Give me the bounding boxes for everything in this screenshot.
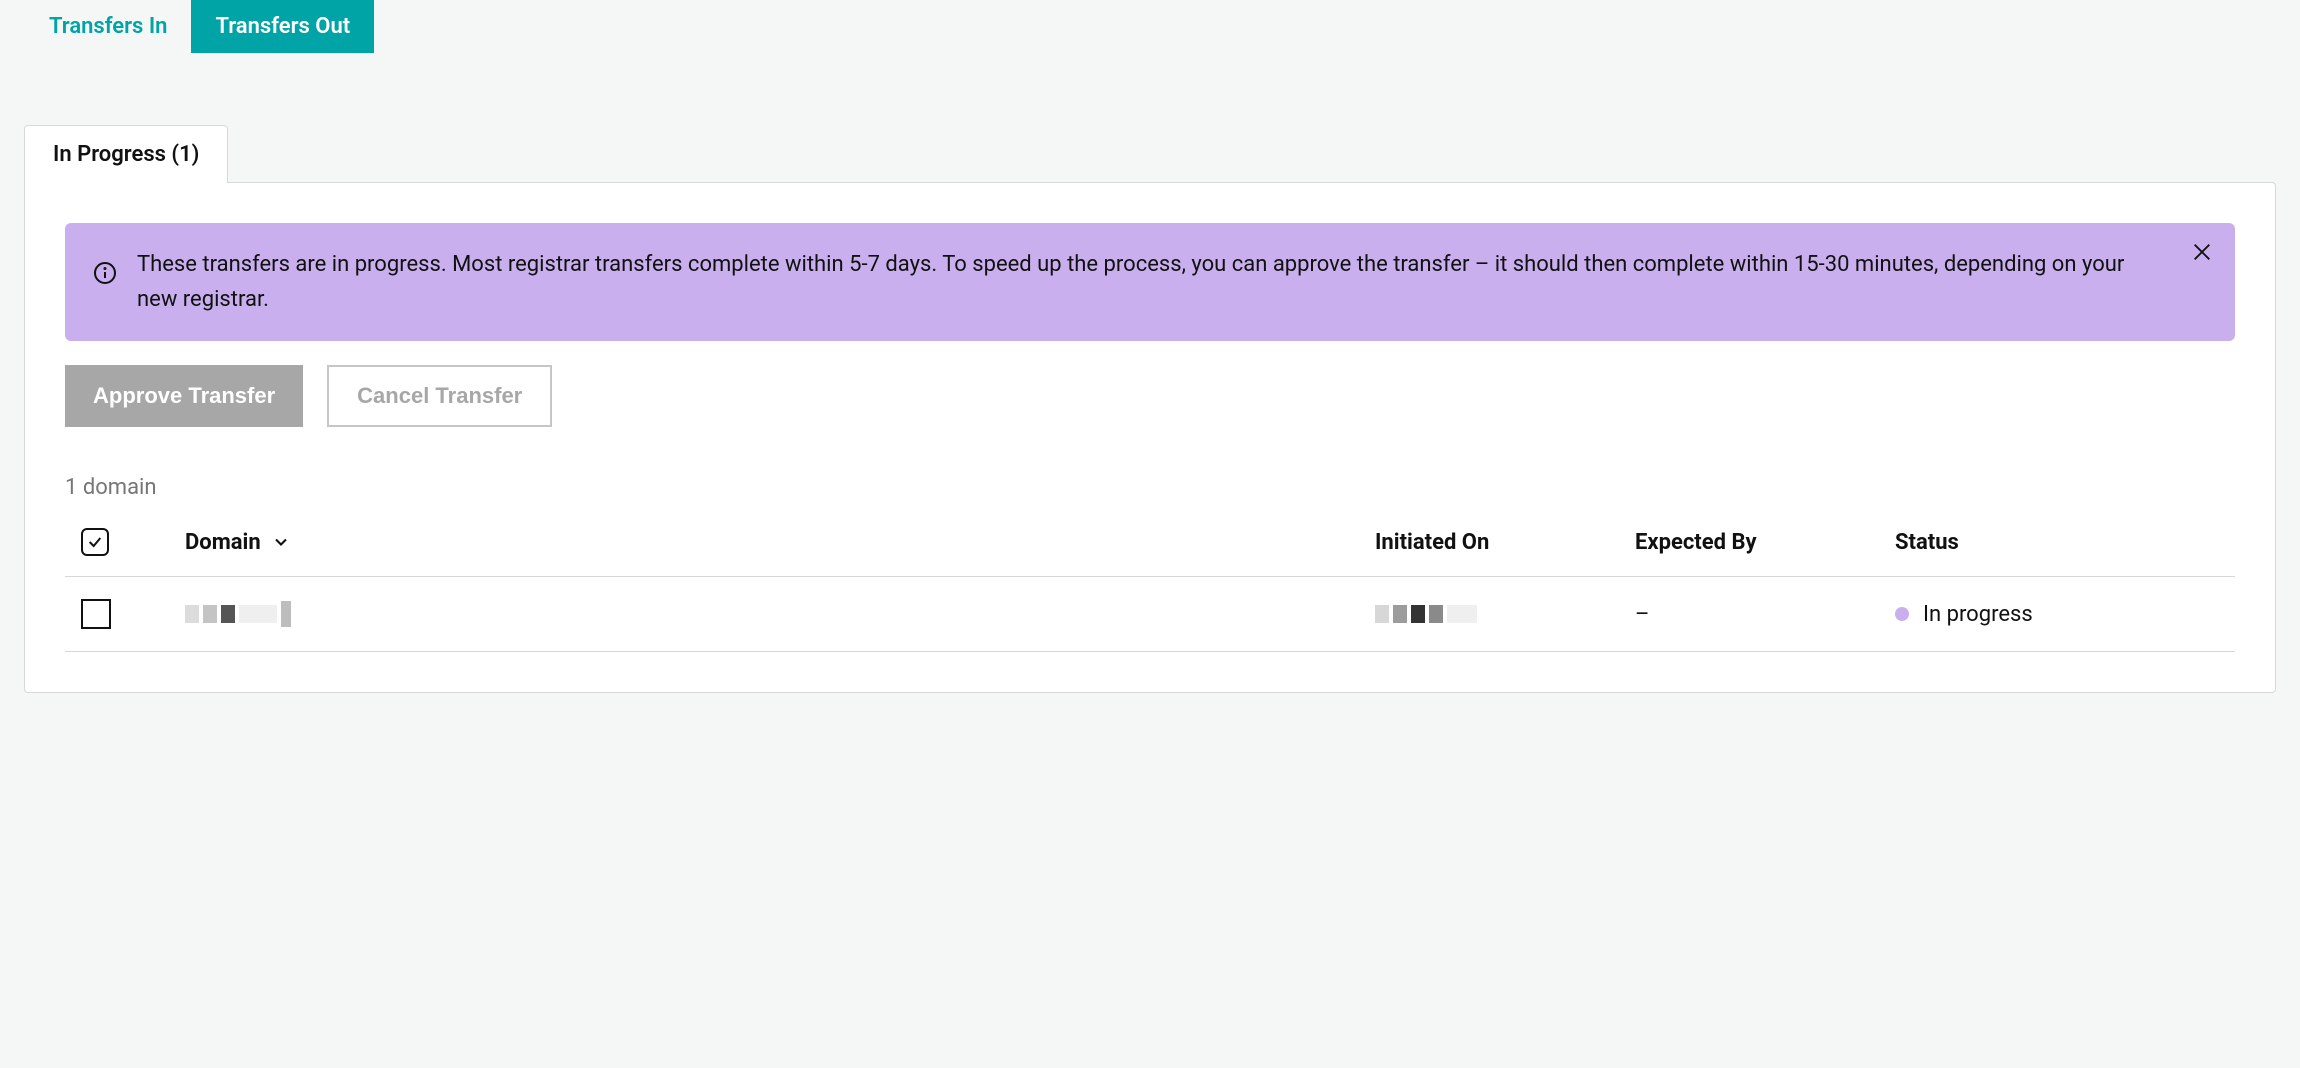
- info-icon: [93, 247, 117, 285]
- row-checkbox[interactable]: [81, 599, 111, 629]
- tab-transfers-out[interactable]: Transfers Out: [191, 0, 374, 53]
- sub-tabs: In Progress (1): [24, 125, 2276, 183]
- cell-initiated: [1375, 605, 1635, 623]
- column-expected[interactable]: Expected By: [1635, 530, 1895, 555]
- panel: These transfers are in progress. Most re…: [24, 182, 2276, 693]
- actions: Approve Transfer Cancel Transfer: [65, 365, 2235, 427]
- transfers-table: Domain Initiated On Expected By Status: [65, 528, 2235, 652]
- cancel-transfer-button[interactable]: Cancel Transfer: [327, 365, 552, 427]
- status-label: In progress: [1923, 602, 2033, 627]
- cell-expected: –: [1635, 602, 1895, 627]
- table-row: – In progress: [65, 577, 2235, 652]
- column-domain-label: Domain: [185, 530, 261, 555]
- column-initiated[interactable]: Initiated On: [1375, 530, 1635, 555]
- domain-count: 1 domain: [65, 475, 2235, 500]
- top-tabs: Transfers In Transfers Out: [0, 0, 2300, 53]
- cell-status: In progress: [1895, 602, 2235, 627]
- status-dot-icon: [1895, 607, 1909, 621]
- redacted-domain: [185, 601, 1375, 627]
- select-all-checkbox[interactable]: [81, 528, 109, 556]
- chevron-down-icon: [271, 532, 291, 552]
- column-status[interactable]: Status: [1895, 530, 2235, 555]
- redacted-date: [1375, 605, 1635, 623]
- info-banner: These transfers are in progress. Most re…: [65, 223, 2235, 341]
- column-domain[interactable]: Domain: [185, 530, 1375, 555]
- tab-in-progress[interactable]: In Progress (1): [24, 125, 228, 183]
- banner-text: These transfers are in progress. Most re…: [137, 247, 2207, 317]
- table-header: Domain Initiated On Expected By Status: [65, 528, 2235, 577]
- approve-transfer-button[interactable]: Approve Transfer: [65, 365, 303, 427]
- tab-transfers-in[interactable]: Transfers In: [25, 0, 191, 53]
- cell-domain: [185, 601, 1375, 627]
- close-icon[interactable]: [2191, 241, 2213, 268]
